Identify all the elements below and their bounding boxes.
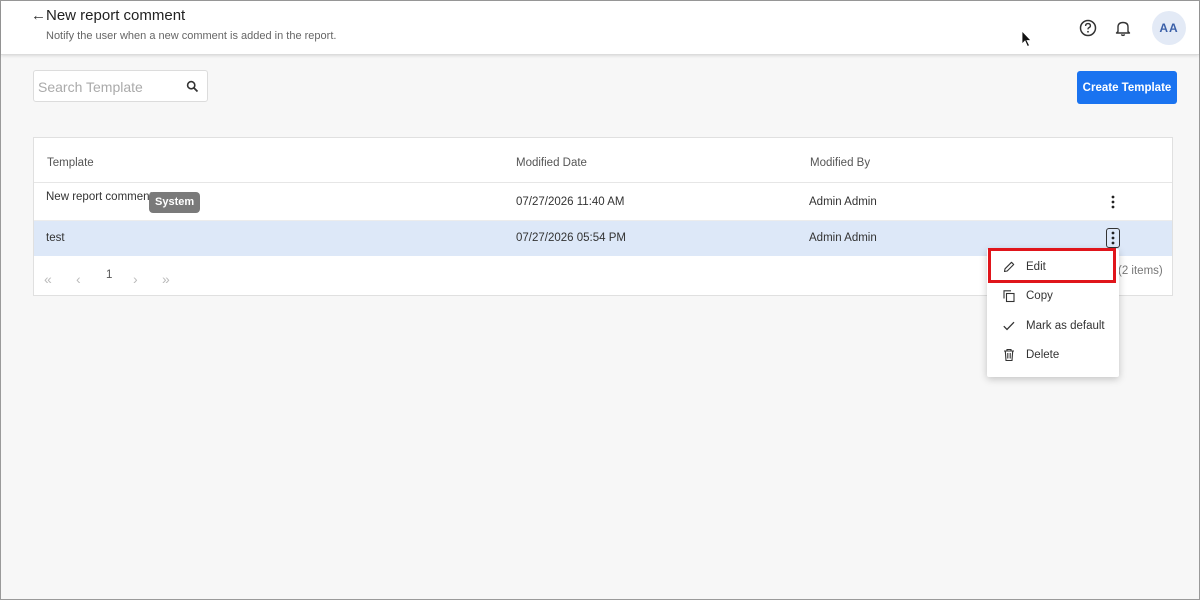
modified-date: 07/27/2026 05:54 PM	[516, 232, 626, 244]
column-header-modified-by[interactable]: Modified By	[810, 157, 870, 169]
menu-item-label: Delete	[1026, 349, 1060, 361]
search-icon[interactable]	[186, 80, 199, 93]
menu-item-label: Edit	[1026, 261, 1046, 273]
template-name: New report comment	[46, 191, 153, 203]
more-vertical-icon[interactable]	[1106, 228, 1120, 248]
menu-item-mark-as-default[interactable]: Mark as default	[987, 312, 1119, 340]
check-icon	[1002, 319, 1016, 333]
arrow-left-icon[interactable]: ←	[31, 7, 46, 24]
search-box	[33, 70, 208, 102]
template-name: test	[46, 232, 65, 244]
system-badge: System	[149, 192, 201, 213]
page-number[interactable]: 1	[106, 269, 112, 281]
help-icon[interactable]	[1078, 18, 1098, 38]
header-divider	[34, 182, 1172, 183]
more-vertical-icon[interactable]	[1106, 193, 1120, 211]
modified-by: Admin Admin	[809, 196, 877, 208]
last-page-icon[interactable]: »	[162, 271, 170, 287]
menu-item-label: Mark as default	[1026, 320, 1105, 332]
copy-icon	[1002, 289, 1016, 303]
create-template-button[interactable]: Create Template	[1077, 71, 1177, 104]
modified-date: 07/27/2026 11:40 AM	[516, 196, 625, 208]
bell-icon[interactable]	[1113, 18, 1133, 38]
row-actions-menu: Edit Copy Mark as default Delete	[987, 249, 1119, 377]
previous-page-icon[interactable]: ‹	[76, 271, 81, 287]
pencil-icon	[1002, 260, 1016, 274]
search-input[interactable]	[38, 75, 178, 99]
menu-item-delete[interactable]: Delete	[987, 341, 1119, 369]
avatar[interactable]: AA	[1152, 11, 1186, 45]
next-page-icon[interactable]: ›	[133, 271, 138, 287]
trash-icon	[1002, 348, 1016, 362]
mouse-cursor-icon	[1021, 30, 1032, 48]
column-header-modified-date[interactable]: Modified Date	[516, 157, 587, 169]
page-title: New report comment	[46, 7, 186, 24]
menu-item-copy[interactable]: Copy	[987, 282, 1119, 310]
page-header: ← New report comment Notify the user whe…	[1, 1, 1199, 55]
page-subtitle: Notify the user when a new comment is ad…	[46, 30, 337, 42]
menu-item-edit[interactable]: Edit	[987, 253, 1119, 281]
menu-item-label: Copy	[1026, 290, 1053, 302]
first-page-icon[interactable]: «	[44, 271, 52, 287]
table-row[interactable]: New report comment System 07/27/2026 11:…	[34, 184, 1172, 219]
modified-by: Admin Admin	[809, 232, 877, 244]
column-header-template[interactable]: Template	[47, 157, 94, 169]
items-count: (2 items)	[1118, 265, 1163, 277]
